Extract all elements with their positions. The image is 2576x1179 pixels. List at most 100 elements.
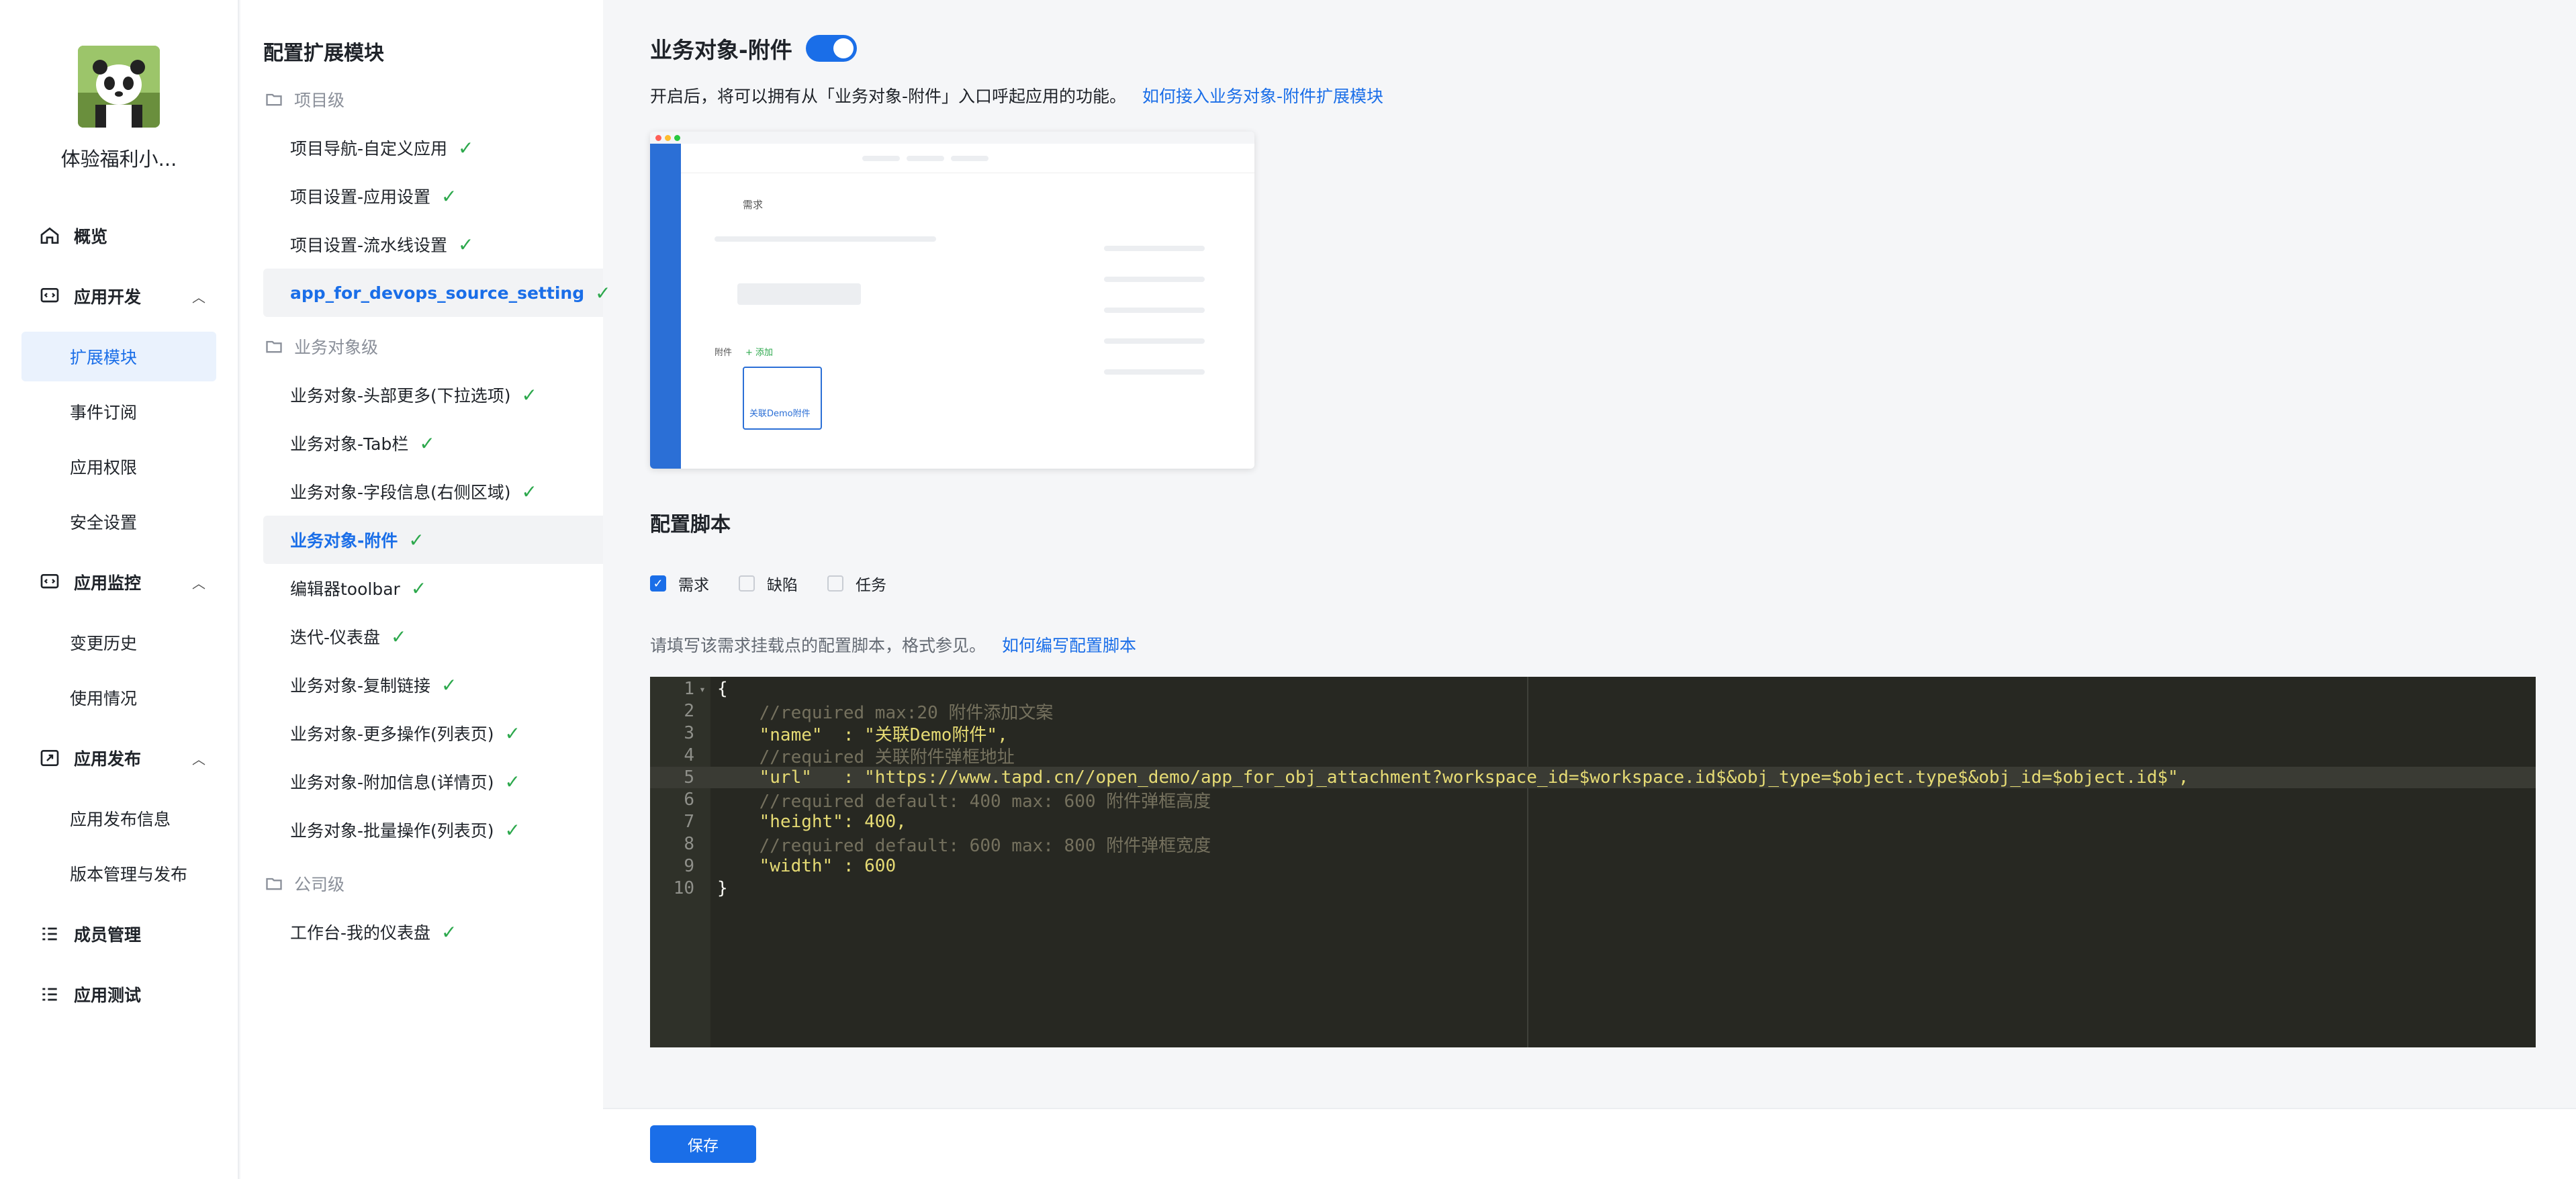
module-item[interactable]: 工作台-我的仪表盘 ✓	[240, 908, 603, 956]
nav-testing[interactable]: 应用测试	[21, 964, 216, 1025]
type-option-requirement[interactable]: ✓ 需求	[650, 572, 709, 595]
module-item[interactable]: 业务对象-更多操作(列表页) ✓	[240, 709, 603, 757]
chevron-up-icon[interactable]: ︿	[192, 749, 205, 768]
check-icon: ✓	[504, 770, 520, 793]
module-description: 开启后，将可以拥有从「业务对象-附件」入口呼起应用的功能。 如何接入业务对象-附件…	[650, 83, 1383, 107]
module-item[interactable]: 编辑器toolbar ✓	[240, 564, 603, 612]
placeholder-bar	[907, 156, 944, 161]
preview-card-label: 关联Demo附件	[749, 409, 811, 419]
type-label: 任务	[856, 577, 886, 594]
module-item[interactable]: 业务对象-复制链接 ✓	[240, 661, 603, 709]
folder-icon	[266, 93, 282, 106]
nav-item-version-management[interactable]: 版本管理与发布	[21, 849, 216, 898]
module-item-label: 迭代-仪表盘	[290, 628, 381, 647]
module-enable-toggle[interactable]	[805, 35, 857, 62]
footer-bar: 保存	[603, 1108, 2576, 1179]
module-list-panel: 配置扩展模块 项目级 项目导航-自定义应用 ✓ 项目设置-应用设置 ✓ 项目设置-流…	[240, 0, 611, 1179]
script-section-title: 配置脚本	[650, 513, 731, 536]
module-item-label: 业务对象-更多操作(列表页)	[290, 724, 494, 744]
nav-item-usage[interactable]: 使用情况	[21, 673, 216, 722]
type-label: 需求	[678, 577, 709, 594]
placeholder-bar	[715, 236, 936, 242]
nav-app-publish[interactable]: 应用发布 ︿	[21, 728, 216, 788]
module-item-label: 工作台-我的仪表盘	[290, 923, 431, 943]
module-item-label: 业务对象-附件	[290, 531, 398, 551]
nav-app-monitor[interactable]: 应用监控 ︿	[21, 552, 216, 612]
code-line: 9 "width" : 600	[684, 856, 896, 876]
nav-members[interactable]: 成员管理	[21, 904, 216, 964]
check-icon: ✓	[441, 185, 457, 207]
module-item-object-attachment[interactable]: 业务对象-附件 ✓	[263, 516, 603, 564]
chevron-up-icon[interactable]: ︿	[192, 287, 205, 306]
app-avatar[interactable]	[78, 46, 160, 128]
preview-add-label: + 添加	[745, 348, 774, 358]
placeholder-bar	[1104, 246, 1205, 251]
nav-app-dev[interactable]: 应用开发 ︿	[21, 266, 216, 326]
placeholder-bar	[951, 156, 988, 161]
type-option-task[interactable]: 任务	[827, 572, 886, 595]
integration-guide-link[interactable]: 如何接入业务对象-附件扩展模块	[1142, 87, 1383, 106]
code-line: 1 ▾{	[684, 679, 728, 699]
module-item[interactable]: 业务对象-批量操作(列表页) ✓	[240, 806, 603, 854]
module-item-devops-source[interactable]: app_for_devops_source_setting ✓	[263, 269, 611, 317]
module-item[interactable]: 业务对象-附加信息(详情页) ✓	[240, 757, 603, 806]
preview-window-bar	[650, 132, 1254, 144]
check-icon: ✓	[441, 921, 457, 943]
nav-app-dev-label: 应用开发	[74, 287, 142, 307]
module-item[interactable]: 项目设置-流水线设置 ✓	[240, 220, 603, 269]
nav-item-extension-module[interactable]: 扩展模块	[21, 332, 216, 381]
group-company-level: 公司级	[240, 859, 603, 908]
maximize-dot-icon	[674, 135, 680, 141]
fold-arrow-icon[interactable]: ▾	[694, 683, 710, 696]
nav-item-app-permissions[interactable]: 应用权限	[21, 442, 216, 491]
code-line: 10}	[673, 878, 728, 898]
module-item-label: 编辑器toolbar	[290, 579, 400, 599]
chevron-up-icon[interactable]: ︿	[192, 573, 205, 592]
nav-app-monitor-label: 应用监控	[74, 573, 142, 593]
group-project-level: 项目级	[240, 75, 603, 124]
module-item[interactable]: 项目设置-应用设置 ✓	[240, 172, 603, 220]
nav-item-change-history[interactable]: 变更历史	[21, 618, 216, 667]
module-list-title: 配置扩展模块	[263, 42, 384, 65]
group-label: 公司级	[294, 875, 345, 894]
module-item-label: 项目导航-自定义应用	[290, 139, 448, 158]
nav-item-publish-info[interactable]: 应用发布信息	[21, 794, 216, 843]
code-line: 6 //required default: 400 max: 600 附件弹框高…	[684, 790, 1211, 812]
check-icon: ✓	[419, 432, 435, 455]
type-option-bug[interactable]: 缺陷	[739, 572, 798, 595]
checkbox-icon[interactable]	[827, 575, 843, 592]
check-icon: ✓	[504, 818, 520, 841]
script-hint: 请填写该需求挂载点的配置脚本，格式参见。 如何编写配置脚本	[650, 632, 1136, 657]
nav-members-label: 成员管理	[74, 925, 142, 945]
save-button[interactable]: 保存	[650, 1125, 756, 1163]
check-icon: ✓	[458, 233, 474, 256]
check-icon: ✓	[408, 528, 424, 551]
module-item-label: 业务对象-头部更多(下拉选项)	[290, 386, 511, 406]
module-title-row: 业务对象-附件	[650, 32, 857, 64]
publish-icon	[40, 750, 59, 766]
nav-testing-label: 应用测试	[74, 986, 142, 1005]
module-item-label: 业务对象-Tab栏	[290, 434, 409, 454]
panda-avatar-icon	[78, 46, 160, 128]
checkbox-icon[interactable]	[739, 575, 755, 592]
module-item[interactable]: 迭代-仪表盘 ✓	[240, 612, 603, 661]
nav-item-security-settings[interactable]: 安全设置	[21, 497, 216, 547]
checkbox-checked-icon[interactable]: ✓	[650, 575, 666, 592]
group-object-level: 业务对象级	[240, 322, 603, 371]
module-title: 业务对象-附件	[650, 37, 792, 63]
group-label: 项目级	[294, 91, 345, 110]
script-guide-link[interactable]: 如何编写配置脚本	[1002, 636, 1136, 655]
nav-item-event-subscription[interactable]: 事件订阅	[21, 387, 216, 436]
module-item[interactable]: 项目导航-自定义应用 ✓	[240, 124, 603, 172]
placeholder-bar	[862, 156, 900, 161]
script-code-editor[interactable]: 1 ▾{ 2 //required max:20 附件添加文案 3 "name" …	[650, 677, 2536, 1047]
module-item[interactable]: 业务对象-字段信息(右侧区域) ✓	[240, 467, 603, 516]
module-item[interactable]: 业务对象-头部更多(下拉选项) ✓	[240, 371, 603, 419]
group-label: 业务对象级	[294, 338, 379, 357]
placeholder-bar	[1104, 308, 1205, 313]
nav-overview[interactable]: 概览	[21, 205, 216, 266]
code-line: 2 //required max:20 附件添加文案	[684, 701, 1054, 723]
nav-app-publish-label: 应用发布	[74, 749, 142, 769]
check-icon: ✓	[458, 136, 474, 159]
module-item[interactable]: 业务对象-Tab栏 ✓	[240, 419, 603, 467]
